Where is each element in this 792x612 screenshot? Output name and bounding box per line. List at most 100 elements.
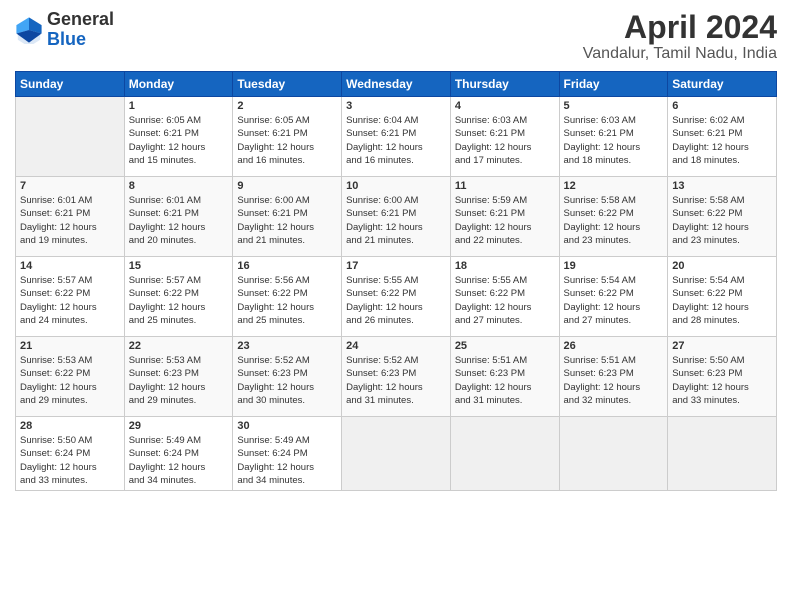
day-info: Sunrise: 5:52 AM Sunset: 6:23 PM Dayligh… <box>346 354 446 407</box>
calendar-table: Sunday Monday Tuesday Wednesday Thursday… <box>15 71 777 491</box>
day-number: 22 <box>129 340 229 352</box>
day-number: 11 <box>455 180 555 192</box>
day-cell <box>342 417 451 491</box>
day-number: 23 <box>237 340 337 352</box>
day-cell: 17Sunrise: 5:55 AM Sunset: 6:22 PM Dayli… <box>342 257 451 337</box>
day-number: 1 <box>129 100 229 112</box>
day-info: Sunrise: 5:50 AM Sunset: 6:23 PM Dayligh… <box>672 354 772 407</box>
day-cell <box>668 417 777 491</box>
day-cell: 4Sunrise: 6:03 AM Sunset: 6:21 PM Daylig… <box>450 97 559 177</box>
col-saturday: Saturday <box>668 72 777 97</box>
day-info: Sunrise: 6:03 AM Sunset: 6:21 PM Dayligh… <box>564 114 664 167</box>
day-cell: 24 Sunrise: 5:52 AM Sunset: 6:23 PM Dayli… <box>342 337 451 417</box>
day-cell: 3 Sunrise: 6:04 AM Sunset: 6:21 PM Daylig… <box>342 97 451 177</box>
col-friday: Friday <box>559 72 668 97</box>
logo-icon <box>15 16 43 44</box>
day-cell: 26 Sunrise: 5:51 AM Sunset: 6:23 PM Dayli… <box>559 337 668 417</box>
col-wednesday: Wednesday <box>342 72 451 97</box>
day-cell: 5Sunrise: 6:03 AM Sunset: 6:21 PM Daylig… <box>559 97 668 177</box>
day-number: 12 <box>564 180 664 192</box>
day-number: 24 <box>346 340 446 352</box>
day-cell: 18 Sunrise: 5:55 AM Sunset: 6:22 PM Dayli… <box>450 257 559 337</box>
day-info: Sunrise: 5:58 AM Sunset: 6:22 PM Dayligh… <box>564 194 664 247</box>
day-number: 27 <box>672 340 772 352</box>
day-number: 6 <box>672 100 772 112</box>
day-cell: 1 Sunrise: 6:05 AM Sunset: 6:21 PM Daylig… <box>124 97 233 177</box>
day-cell: 29 Sunrise: 5:49 AM Sunset: 6:24 PM Dayli… <box>124 417 233 491</box>
day-number: 17 <box>346 260 446 272</box>
day-cell: 27 Sunrise: 5:50 AM Sunset: 6:23 PM Dayli… <box>668 337 777 417</box>
week-row-5: 28Sunrise: 5:50 AM Sunset: 6:24 PM Dayli… <box>16 417 777 491</box>
day-number: 26 <box>564 340 664 352</box>
day-cell: 28Sunrise: 5:50 AM Sunset: 6:24 PM Dayli… <box>16 417 125 491</box>
day-info: Sunrise: 6:01 AM Sunset: 6:21 PM Dayligh… <box>129 194 229 247</box>
day-info: Sunrise: 5:59 AM Sunset: 6:21 PM Dayligh… <box>455 194 555 247</box>
day-info: Sunrise: 5:49 AM Sunset: 6:24 PM Dayligh… <box>237 434 337 487</box>
day-number: 16 <box>237 260 337 272</box>
day-info: Sunrise: 5:52 AM Sunset: 6:23 PM Dayligh… <box>237 354 337 407</box>
day-cell: 10 Sunrise: 6:00 AM Sunset: 6:21 PM Dayli… <box>342 177 451 257</box>
day-cell: 13 Sunrise: 5:58 AM Sunset: 6:22 PM Dayli… <box>668 177 777 257</box>
col-sunday: Sunday <box>16 72 125 97</box>
day-info: Sunrise: 6:01 AM Sunset: 6:21 PM Dayligh… <box>20 194 120 247</box>
day-info: Sunrise: 6:04 AM Sunset: 6:21 PM Dayligh… <box>346 114 446 167</box>
day-cell <box>559 417 668 491</box>
day-cell: 30 Sunrise: 5:49 AM Sunset: 6:24 PM Dayli… <box>233 417 342 491</box>
calendar-body: 1 Sunrise: 6:05 AM Sunset: 6:21 PM Daylig… <box>16 97 777 491</box>
day-cell: 15Sunrise: 5:57 AM Sunset: 6:22 PM Dayli… <box>124 257 233 337</box>
day-info: Sunrise: 6:05 AM Sunset: 6:21 PM Dayligh… <box>129 114 229 167</box>
col-tuesday: Tuesday <box>233 72 342 97</box>
day-cell: 8Sunrise: 6:01 AM Sunset: 6:21 PM Daylig… <box>124 177 233 257</box>
day-cell: 7 Sunrise: 6:01 AM Sunset: 6:21 PM Daylig… <box>16 177 125 257</box>
day-cell: 21 Sunrise: 5:53 AM Sunset: 6:22 PM Dayli… <box>16 337 125 417</box>
day-number: 14 <box>20 260 120 272</box>
day-number: 19 <box>564 260 664 272</box>
day-number: 4 <box>455 100 555 112</box>
day-info: Sunrise: 5:54 AM Sunset: 6:22 PM Dayligh… <box>672 274 772 327</box>
day-number: 29 <box>129 420 229 432</box>
day-info: Sunrise: 5:54 AM Sunset: 6:22 PM Dayligh… <box>564 274 664 327</box>
subtitle: Vandalur, Tamil Nadu, India <box>583 45 777 63</box>
day-cell: 22 Sunrise: 5:53 AM Sunset: 6:23 PM Dayli… <box>124 337 233 417</box>
day-number: 18 <box>455 260 555 272</box>
day-cell <box>16 97 125 177</box>
title-block: April 2024 Vandalur, Tamil Nadu, India <box>583 10 777 63</box>
day-cell: 20 Sunrise: 5:54 AM Sunset: 6:22 PM Dayli… <box>668 257 777 337</box>
day-info: Sunrise: 5:56 AM Sunset: 6:22 PM Dayligh… <box>237 274 337 327</box>
day-info: Sunrise: 6:05 AM Sunset: 6:21 PM Dayligh… <box>237 114 337 167</box>
week-row-1: 1 Sunrise: 6:05 AM Sunset: 6:21 PM Daylig… <box>16 97 777 177</box>
day-info: Sunrise: 5:51 AM Sunset: 6:23 PM Dayligh… <box>564 354 664 407</box>
week-row-2: 7 Sunrise: 6:01 AM Sunset: 6:21 PM Daylig… <box>16 177 777 257</box>
day-number: 25 <box>455 340 555 352</box>
day-cell <box>450 417 559 491</box>
day-cell: 2 Sunrise: 6:05 AM Sunset: 6:21 PM Daylig… <box>233 97 342 177</box>
day-number: 20 <box>672 260 772 272</box>
main-title: April 2024 <box>583 10 777 45</box>
day-cell: 14Sunrise: 5:57 AM Sunset: 6:22 PM Dayli… <box>16 257 125 337</box>
day-info: Sunrise: 6:00 AM Sunset: 6:21 PM Dayligh… <box>237 194 337 247</box>
day-number: 15 <box>129 260 229 272</box>
day-info: Sunrise: 6:00 AM Sunset: 6:21 PM Dayligh… <box>346 194 446 247</box>
day-info: Sunrise: 5:58 AM Sunset: 6:22 PM Dayligh… <box>672 194 772 247</box>
day-cell: 12 Sunrise: 5:58 AM Sunset: 6:22 PM Dayli… <box>559 177 668 257</box>
day-number: 9 <box>237 180 337 192</box>
day-number: 13 <box>672 180 772 192</box>
day-info: Sunrise: 5:55 AM Sunset: 6:22 PM Dayligh… <box>455 274 555 327</box>
logo: General Blue <box>15 10 114 50</box>
day-info: Sunrise: 5:53 AM Sunset: 6:22 PM Dayligh… <box>20 354 120 407</box>
week-row-4: 21 Sunrise: 5:53 AM Sunset: 6:22 PM Dayli… <box>16 337 777 417</box>
day-number: 2 <box>237 100 337 112</box>
day-cell: 19 Sunrise: 5:54 AM Sunset: 6:22 PM Dayli… <box>559 257 668 337</box>
day-cell: 25Sunrise: 5:51 AM Sunset: 6:23 PM Dayli… <box>450 337 559 417</box>
logo-text: General Blue <box>47 10 114 50</box>
day-number: 3 <box>346 100 446 112</box>
day-info: Sunrise: 5:53 AM Sunset: 6:23 PM Dayligh… <box>129 354 229 407</box>
page: General Blue April 2024 Vandalur, Tamil … <box>0 0 792 612</box>
day-number: 7 <box>20 180 120 192</box>
day-number: 30 <box>237 420 337 432</box>
day-number: 21 <box>20 340 120 352</box>
day-cell: 23 Sunrise: 5:52 AM Sunset: 6:23 PM Dayli… <box>233 337 342 417</box>
day-cell: 16 Sunrise: 5:56 AM Sunset: 6:22 PM Dayli… <box>233 257 342 337</box>
day-number: 10 <box>346 180 446 192</box>
day-info: Sunrise: 5:49 AM Sunset: 6:24 PM Dayligh… <box>129 434 229 487</box>
